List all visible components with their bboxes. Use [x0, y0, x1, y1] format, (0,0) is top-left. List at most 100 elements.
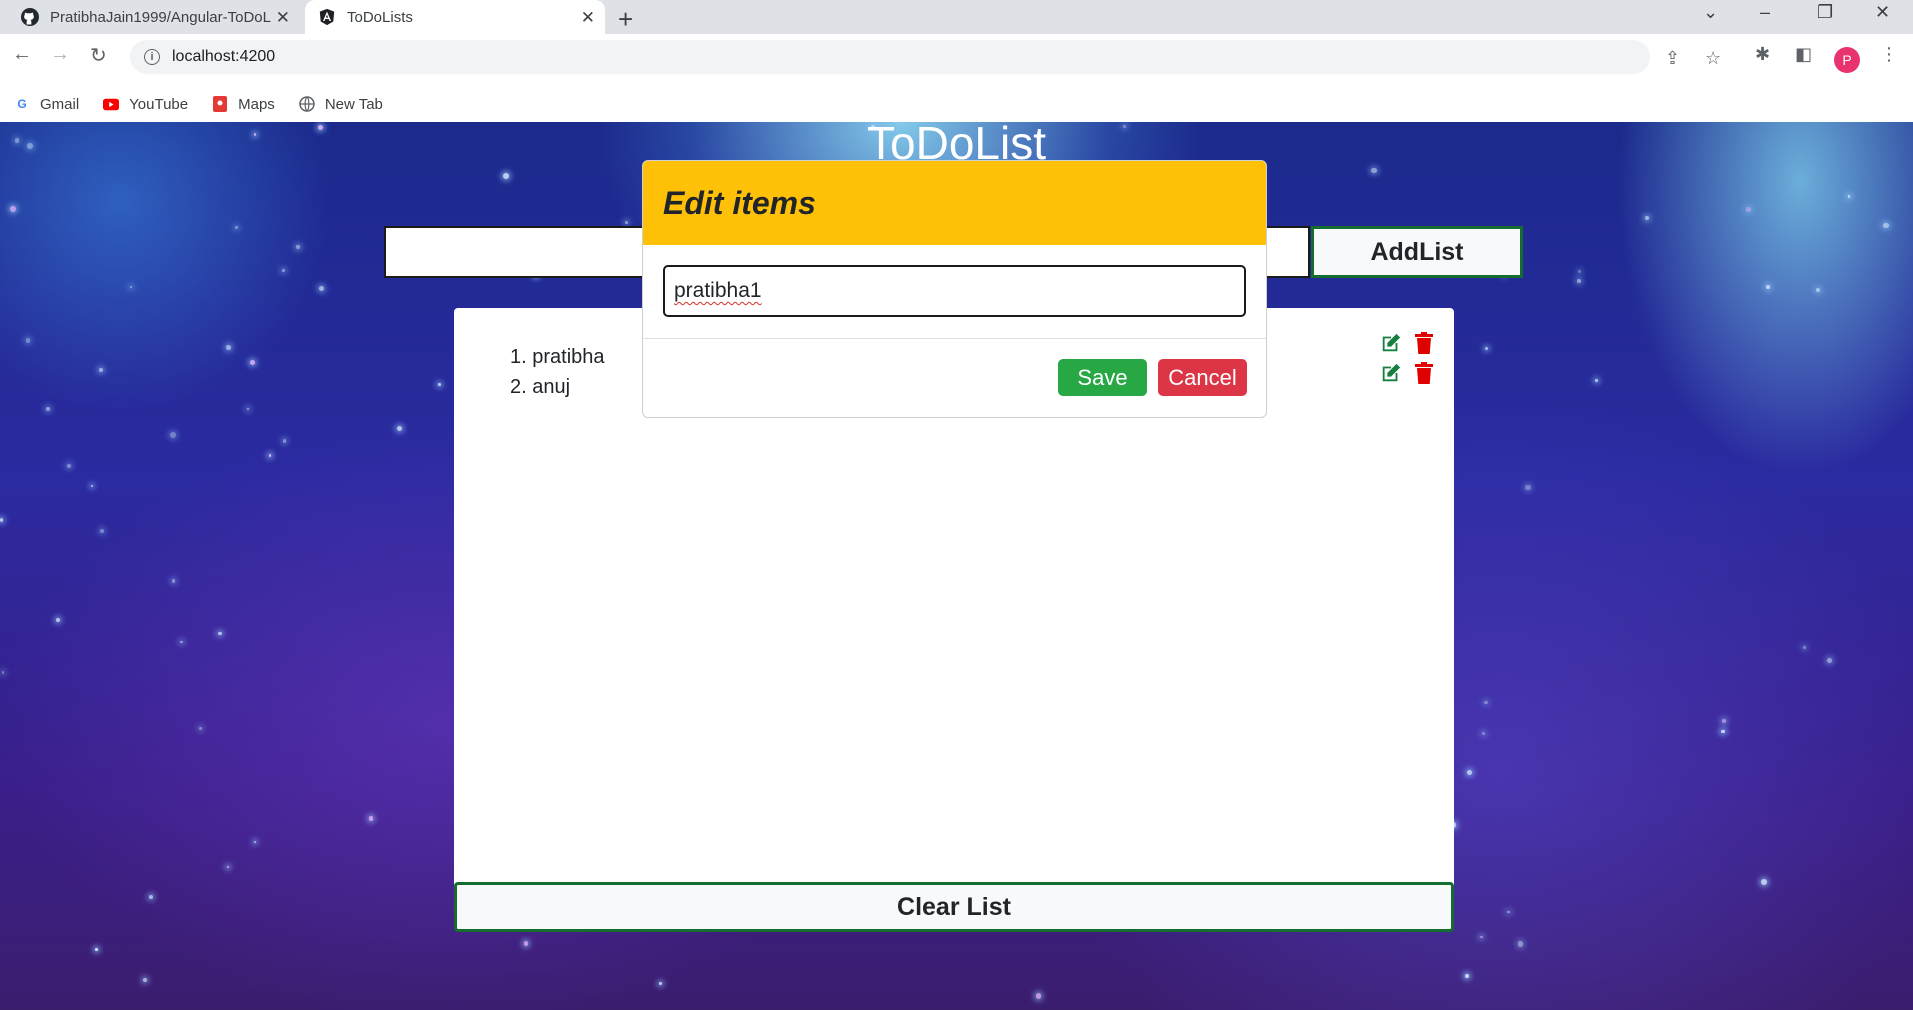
star-dot [1722, 718, 1727, 723]
star-dot [226, 865, 230, 869]
star-dot [1, 671, 5, 674]
list-item: 1. pratibha [510, 346, 605, 368]
star-dot [1746, 207, 1751, 212]
star-dot [1035, 993, 1042, 999]
star-dot [1507, 910, 1510, 914]
star-dot [143, 978, 148, 982]
star-dot [90, 484, 93, 488]
star-dot [282, 269, 285, 272]
youtube-icon [103, 96, 120, 112]
star-dot [25, 337, 31, 343]
browser-toolbar: ← → ↻ i localhost:4200 ⇪ ☆ ✱ ◧ P ⋮ G Gma… [0, 34, 1913, 122]
star-dot [1517, 940, 1524, 947]
extensions-icon[interactable]: ✱ [1755, 44, 1770, 65]
star-dot [169, 432, 176, 439]
edit-item-input[interactable]: pratibha1 [663, 265, 1246, 317]
star-dot [98, 368, 103, 372]
profile-avatar[interactable]: P [1834, 47, 1860, 73]
forward-icon[interactable]: → [50, 43, 70, 66]
star-dot [171, 579, 176, 583]
star-dot [149, 895, 154, 900]
star-dot [1721, 729, 1725, 734]
star-dot [1644, 216, 1649, 221]
reload-icon[interactable]: ↻ [90, 43, 107, 68]
star-dot [250, 359, 256, 365]
list-item: 2. anuj [510, 376, 571, 398]
tab-title: ToDoLists [347, 8, 413, 26]
star-dot [625, 221, 628, 224]
add-list-button[interactable]: AddList [1311, 226, 1523, 278]
star-dot [268, 454, 272, 457]
bookmark-gmail[interactable]: G Gmail [14, 96, 79, 113]
save-button[interactable]: Save [1058, 359, 1147, 396]
globe-icon [299, 96, 315, 112]
minimize-icon[interactable]: – [1760, 2, 1770, 23]
tab-github[interactable]: PratibhaJain1999/Angular-ToDoL ✕ [10, 0, 300, 34]
edit-item-value: pratibha1 [674, 279, 762, 302]
star-dot [0, 518, 4, 522]
star-dot [1883, 222, 1889, 229]
star-dot [129, 285, 133, 289]
star-dot [1765, 284, 1771, 290]
star-dot [1464, 973, 1470, 979]
star-dot [1466, 770, 1472, 775]
modal-header: Edit items [643, 161, 1266, 245]
tab-todolists[interactable]: ToDoLists ✕ [305, 0, 605, 34]
modal-footer: Save Cancel [643, 339, 1266, 417]
clear-list-button[interactable]: Clear List [454, 882, 1454, 932]
tab-strip: PratibhaJain1999/Angular-ToDoL ✕ ToDoLis… [0, 0, 1913, 34]
restore-icon[interactable]: ❐ [1817, 2, 1833, 23]
star-dot [1761, 879, 1767, 885]
new-tab-icon[interactable]: + [618, 4, 633, 35]
close-tab-icon[interactable]: ✕ [581, 8, 595, 28]
star-dot [1577, 278, 1581, 283]
tab-search-icon[interactable]: ⌄ [1703, 2, 1718, 23]
back-icon[interactable]: ← [12, 43, 32, 66]
address-bar[interactable]: i localhost:4200 ⇪ ☆ [130, 40, 1721, 74]
star-dot [296, 245, 300, 249]
star-dot [99, 529, 105, 534]
star-dot [1480, 935, 1483, 939]
github-icon [20, 7, 40, 27]
star-dot [226, 345, 231, 350]
delete-icon[interactable] [1414, 332, 1434, 359]
close-tab-icon[interactable]: ✕ [276, 8, 290, 28]
star-dot [66, 464, 71, 469]
star-dot [1482, 731, 1486, 735]
delete-icon[interactable] [1414, 362, 1434, 389]
close-window-icon[interactable]: ✕ [1875, 2, 1890, 23]
star-dot [1815, 288, 1820, 293]
bookmarks-bar: G Gmail YouTube Maps New Tab [0, 88, 1913, 120]
modal-body: pratibha1 [643, 245, 1266, 339]
google-icon: G [17, 97, 27, 111]
site-info-icon[interactable]: i [144, 49, 160, 65]
star-dot [234, 225, 239, 229]
menu-icon[interactable]: ⋮ [1880, 44, 1898, 65]
edit-icon[interactable] [1380, 362, 1402, 389]
star-dot [396, 425, 402, 431]
star-dot [368, 816, 374, 821]
bookmark-youtube[interactable]: YouTube [103, 96, 188, 113]
star-dot [318, 285, 325, 292]
star-dot [246, 408, 250, 411]
share-icon[interactable]: ⇪ [1665, 48, 1680, 69]
tab-title: PratibhaJain1999/Angular-ToDoL [50, 8, 271, 26]
star-dot [55, 618, 60, 623]
bookmark-new-tab[interactable]: New Tab [299, 96, 383, 113]
star-dot [282, 439, 287, 443]
star-dot [523, 940, 529, 946]
bookmark-maps[interactable]: Maps [212, 96, 275, 113]
star-dot [1595, 379, 1599, 382]
side-panel-icon[interactable]: ◧ [1795, 44, 1812, 65]
edit-modal: Edit items pratibha1 Save Cancel [642, 160, 1267, 418]
item-actions [1380, 362, 1434, 389]
star-dot [180, 640, 183, 644]
star-dot [1484, 346, 1488, 350]
cancel-button[interactable]: Cancel [1158, 359, 1247, 396]
edit-icon[interactable] [1380, 332, 1402, 359]
star-dot [1827, 658, 1832, 663]
star-dot [1802, 646, 1807, 650]
bookmark-star-icon[interactable]: ☆ [1705, 48, 1721, 69]
page-background: ToDoList AddList 1. pratibha 2. anuj Cle… [0, 122, 1913, 1010]
star-dot [9, 206, 16, 213]
